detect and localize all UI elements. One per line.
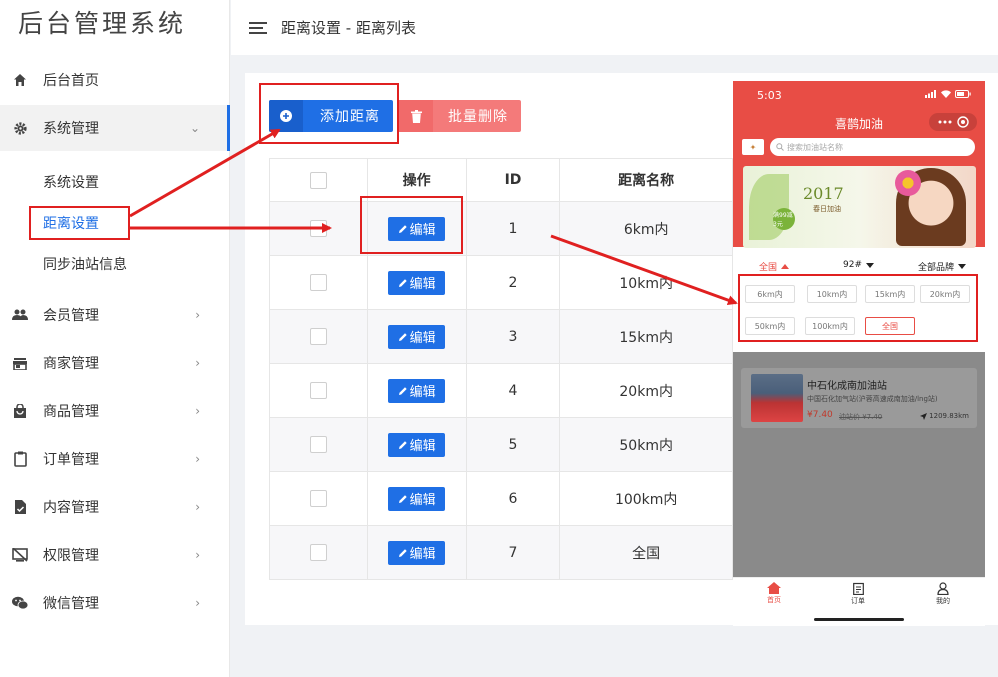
arrow-table-to-phone — [550, 234, 738, 305]
annotation-arrows — [129, 128, 738, 305]
arrow-menu-to-add — [129, 128, 281, 218]
